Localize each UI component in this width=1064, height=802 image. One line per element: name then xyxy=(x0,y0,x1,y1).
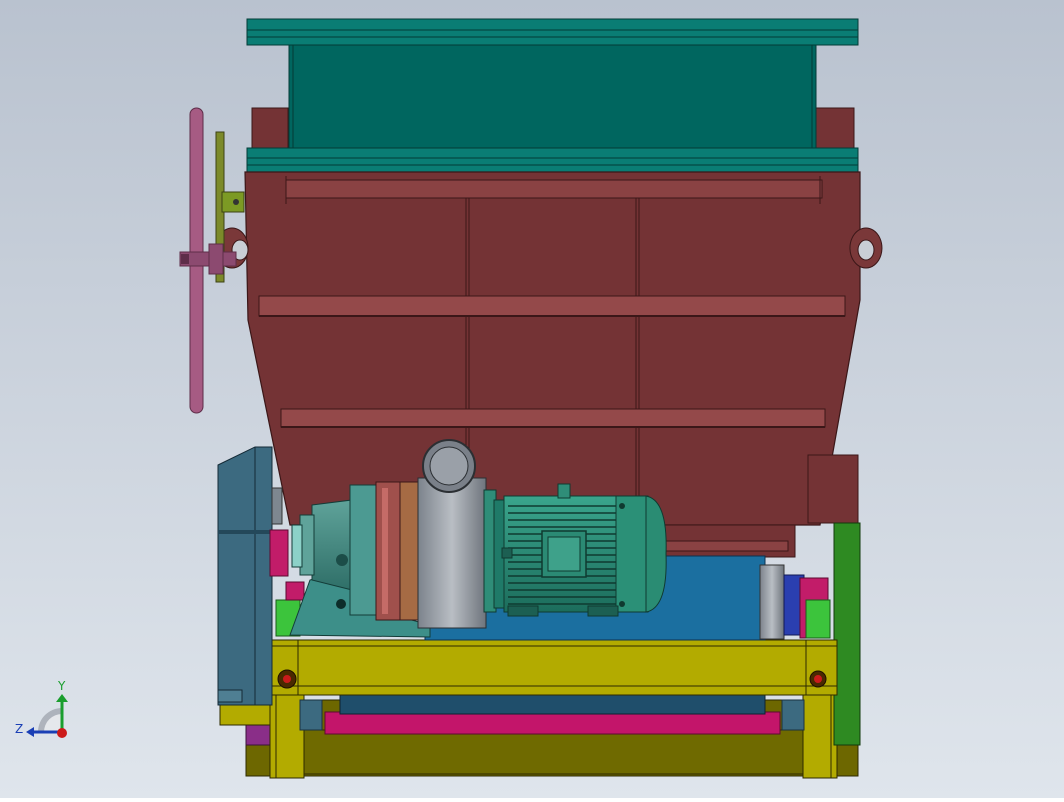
triad-y-label: Y xyxy=(58,679,66,693)
feed-hopper[interactable] xyxy=(246,18,859,173)
triad-origin xyxy=(57,728,67,738)
cad-viewport[interactable]: Y Z xyxy=(0,0,1064,798)
model-canvas xyxy=(0,0,1064,798)
electric-motor[interactable] xyxy=(493,483,667,617)
triad-z-label: Z xyxy=(15,722,24,736)
